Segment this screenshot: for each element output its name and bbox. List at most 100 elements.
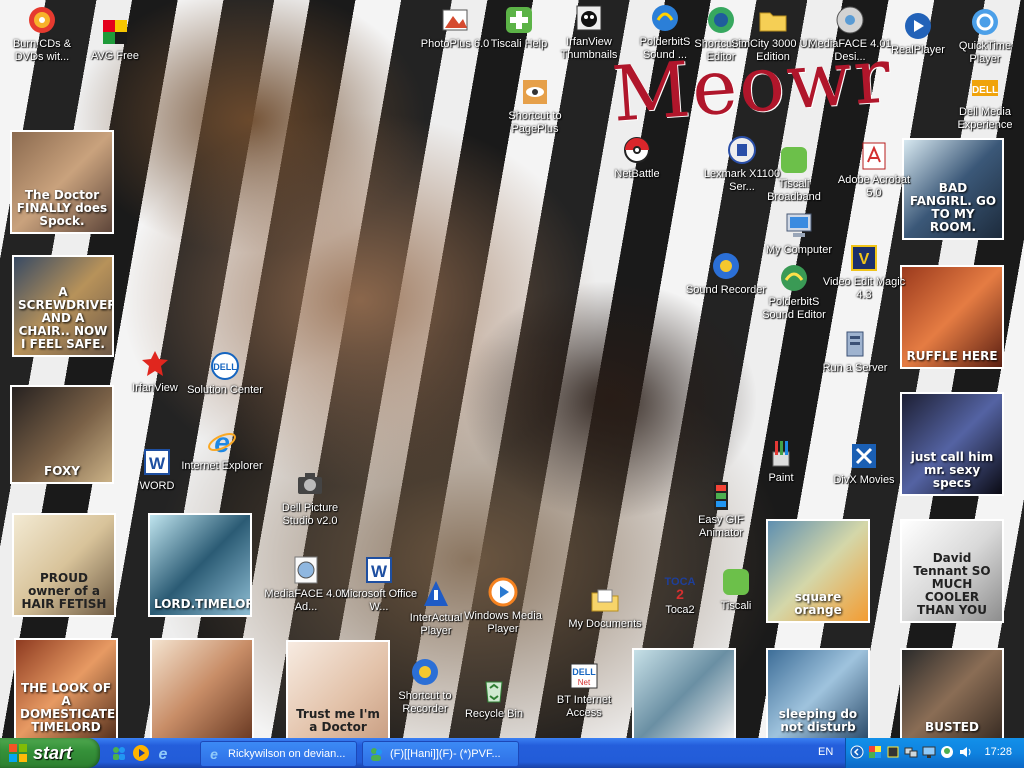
windows-logo-icon bbox=[9, 744, 27, 762]
thumbnail-stripes bbox=[632, 648, 736, 738]
pageplus-icon bbox=[523, 80, 547, 104]
messenger-tray-icon[interactable] bbox=[940, 745, 954, 759]
desktop[interactable]: Meowr The Doctor FINALLY does Spock. A S… bbox=[0, 0, 1024, 738]
desktop-icon-paint[interactable]: Paint bbox=[739, 438, 823, 485]
divx-icon bbox=[852, 444, 876, 468]
start-button[interactable]: start bbox=[0, 738, 100, 768]
start-label: start bbox=[33, 742, 73, 763]
ie-quicklaunch-icon[interactable]: e bbox=[154, 744, 172, 762]
svg-text:e: e bbox=[214, 427, 230, 458]
irfanview-thumbnails-icon bbox=[576, 5, 602, 31]
svg-text:e: e bbox=[159, 746, 168, 762]
svg-text:DELL: DELL bbox=[572, 667, 596, 677]
svg-text:2: 2 bbox=[676, 586, 684, 602]
desktop-icon-solution-center[interactable]: DELL Solution Center bbox=[183, 350, 267, 397]
thumbnail-proud: PROUD owner of a HAIR FETISH bbox=[12, 513, 116, 617]
dell-solution-icon: DELL bbox=[211, 352, 239, 380]
desktop-icon-internet-explorer[interactable]: e Internet Explorer bbox=[180, 426, 264, 473]
desktop-icon-acrobat[interactable]: Adobe Acrobat 5.0 bbox=[832, 140, 916, 200]
paint-icon bbox=[772, 441, 790, 467]
thumbnail-spock: The Doctor FINALLY does Spock. bbox=[10, 130, 114, 234]
svg-text:W: W bbox=[149, 454, 166, 473]
desktop-icon-quicktime[interactable]: QuickTime Player bbox=[943, 6, 1024, 66]
thumbnail-cooler: David Tennant SO MUCH COOLER THAN YOU bbox=[900, 519, 1004, 623]
polderbits-editor-icon bbox=[781, 265, 807, 291]
bt-icon: DELLNet bbox=[570, 663, 598, 689]
tiscali-icon bbox=[781, 147, 807, 173]
network-tray-icon[interactable] bbox=[904, 745, 918, 759]
thumbnail-timelord: THE LOOK OF A DOMESTICATED TIMELORD bbox=[14, 638, 118, 738]
thumbnail-sexy-specs: just call him mr. sexy specs bbox=[900, 392, 1004, 496]
photoplus-icon bbox=[442, 9, 468, 31]
display-tray-icon[interactable] bbox=[922, 745, 936, 759]
desktop-icon-tiscali-broadband[interactable]: Tiscali Broadband bbox=[752, 144, 836, 204]
folder-icon bbox=[759, 12, 787, 32]
documents-icon bbox=[591, 589, 619, 612]
gif-animator-icon bbox=[714, 482, 728, 510]
thumbnail-sepia bbox=[150, 638, 254, 738]
recycle-bin-icon bbox=[485, 681, 503, 703]
svg-text:e: e bbox=[210, 746, 218, 762]
office-word-icon: W bbox=[366, 557, 392, 583]
taskbar-button-messenger[interactable]: (F)[[Hani]](F)- (*)PVF... bbox=[362, 741, 519, 767]
taskbar-button-browser-label: Rickywilson on devian... bbox=[228, 748, 346, 760]
desktop-icon-windows-media-player[interactable]: Windows Media Player bbox=[461, 576, 545, 636]
burn-cd-icon bbox=[29, 7, 55, 33]
clock[interactable]: 17:28 bbox=[984, 746, 1012, 758]
word-icon: W bbox=[144, 449, 170, 475]
recorder-icon bbox=[412, 659, 438, 685]
svg-text:DELL: DELL bbox=[972, 85, 998, 96]
polderbits-icon bbox=[652, 5, 678, 31]
color-blocks-tray-icon[interactable] bbox=[868, 745, 882, 759]
language-indicator[interactable]: EN bbox=[818, 746, 833, 758]
desktop-icon-simcity-folder[interactable]: SimCity 3000 UK Edition bbox=[731, 4, 815, 64]
ie-icon: e bbox=[210, 746, 218, 762]
thumbnail-ruffle: RUFFLE HERE bbox=[900, 265, 1004, 369]
thumbnail-trust-me: Trust me I'm a Doctor bbox=[286, 640, 390, 738]
desktop-icon-avg-free[interactable]: AVG Free bbox=[73, 16, 157, 63]
system-tray: EN 17:28 bbox=[818, 738, 1024, 768]
thumbnail-busted: BUSTED bbox=[900, 648, 1004, 738]
expand-tray-icon[interactable] bbox=[850, 745, 864, 759]
desktop-icon-video-edit-magic[interactable]: V Video Edit Magic 4.3 bbox=[822, 242, 906, 302]
picture-studio-icon bbox=[298, 473, 322, 494]
desktop-icon-pageplus[interactable]: Shortcut to PagePlus bbox=[493, 76, 577, 136]
svg-text:V: V bbox=[859, 251, 870, 268]
messenger-quicklaunch-icon[interactable] bbox=[110, 744, 128, 762]
irfanview-icon bbox=[142, 351, 168, 376]
desktop-icon-dell-picture-studio[interactable]: Dell Picture Studio v2.0 bbox=[268, 468, 352, 528]
desktop-icon-divx-movies[interactable]: DivX Movies bbox=[822, 440, 906, 487]
desktop-icon-my-documents[interactable]: My Documents bbox=[563, 584, 647, 631]
thumbnail-square-orange: square orange bbox=[766, 519, 870, 623]
desktop-icon-tiscali[interactable]: Tiscali bbox=[694, 566, 778, 613]
sound-recorder-icon bbox=[713, 253, 739, 279]
desktop-icon-burn-cds[interactable]: Burn CDs & DVDs wit... bbox=[0, 4, 84, 64]
desktop-icon-easy-gif-animator[interactable]: Easy GIF Animator bbox=[679, 480, 763, 540]
desktop-icon-run-a-server[interactable]: Run a Server bbox=[813, 328, 897, 375]
tiscali2-icon bbox=[723, 569, 749, 595]
acrobat-icon bbox=[862, 142, 886, 170]
quicktime-icon bbox=[972, 9, 998, 35]
desktop-icon-bt-internet[interactable]: DELL Net BT Internet Access bbox=[542, 660, 626, 720]
status-tray-icon[interactable] bbox=[886, 745, 900, 759]
media-player-quicklaunch-icon[interactable] bbox=[132, 744, 150, 762]
computer-icon bbox=[786, 213, 812, 237]
taskbar-button-messenger-label: (F)[[Hani]](F)- (*)PVF... bbox=[390, 748, 501, 760]
realplayer-icon bbox=[905, 13, 931, 39]
mediaface-icon bbox=[836, 6, 864, 34]
svg-text:W: W bbox=[371, 562, 388, 581]
dell-icon: DELL bbox=[972, 80, 998, 96]
desktop-icon-dell-media[interactable]: DELL Dell Media Experience bbox=[943, 72, 1024, 132]
svg-text:Net: Net bbox=[578, 678, 591, 687]
desktop-icon-irfanview-thumbnails[interactable]: IrfanView Thumbnails bbox=[547, 2, 631, 62]
thumbnail-sleeping: sleeping do not disturb bbox=[766, 648, 870, 738]
svg-text:DELL: DELL bbox=[213, 362, 237, 372]
desktop-icon-netbattle[interactable]: NetBattle bbox=[595, 134, 679, 181]
desktop-icon-recycle-bin[interactable]: Recycle Bin bbox=[452, 674, 536, 721]
desktop-icon-mediaface-ad[interactable]: MediaFACE 4.01 Ad... bbox=[264, 554, 348, 614]
avg-icon bbox=[103, 20, 127, 44]
taskbar: start e e Rickywilson on devian... (F)[[… bbox=[0, 738, 1024, 768]
taskbar-button-browser[interactable]: e Rickywilson on devian... bbox=[200, 741, 357, 767]
volume-tray-icon[interactable] bbox=[958, 745, 972, 759]
thumbnail-bad-fangirl: BAD FANGIRL. GO TO MY ROOM. bbox=[902, 138, 1004, 240]
